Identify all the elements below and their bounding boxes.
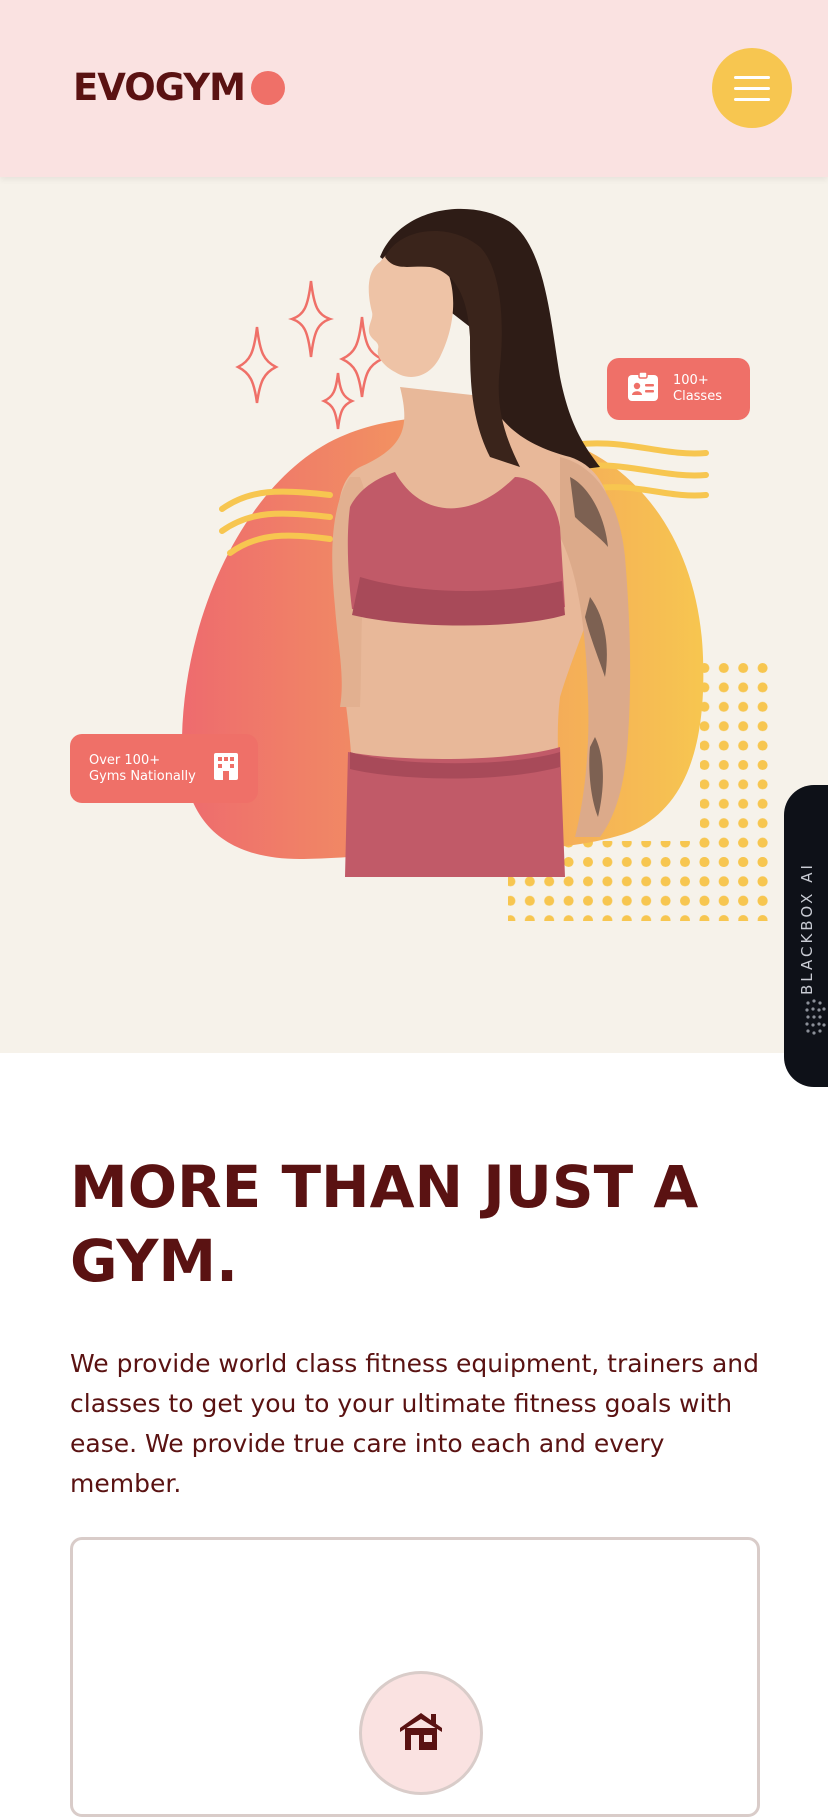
classes-badge: 100+ Classes xyxy=(607,358,750,420)
top-navbar: EVOGYM xyxy=(0,0,828,177)
blackbox-logo-icon xyxy=(804,997,828,1042)
gyms-badge-line2: Gyms Nationally xyxy=(89,768,196,784)
hero-section: 100+ Classes Over 100+ Gyms Nationally xyxy=(0,177,828,1053)
classes-badge-line1: 100+ xyxy=(673,373,709,388)
home-icon-circle xyxy=(359,1671,483,1795)
woman-photo xyxy=(332,208,631,877)
side-tab-label: BLACKBOX AI xyxy=(798,862,816,995)
section-description: We provide world class fitness equipment… xyxy=(70,1349,760,1498)
section-title-line2: GYM. xyxy=(70,1227,239,1295)
blackbox-ai-side-tab[interactable]: BLACKBOX AI xyxy=(784,785,828,1087)
logo-dot xyxy=(250,70,285,105)
hamburger-menu-icon xyxy=(734,75,770,79)
building-icon xyxy=(213,752,239,785)
evogym-logo[interactable]: EVOGYM xyxy=(73,66,285,109)
logo-text: EVOGYM xyxy=(73,66,246,109)
benefits-section: MORE THAN JUST A GYM. We provide world c… xyxy=(70,1150,770,1504)
classes-badge-line2: Classes xyxy=(673,389,722,404)
home-icon xyxy=(398,1710,444,1757)
sparkle-icons xyxy=(235,280,385,430)
hamburger-menu-button[interactable] xyxy=(712,48,792,128)
id-card-icon xyxy=(627,370,659,408)
section-title-line1: MORE THAN JUST A xyxy=(70,1153,699,1221)
gyms-badge: Over 100+ Gyms Nationally xyxy=(70,734,258,803)
section-title: MORE THAN JUST A GYM. xyxy=(70,1150,770,1298)
benefit-card xyxy=(70,1537,760,1817)
hero-illustration xyxy=(181,208,770,921)
gyms-badge-line1: Over 100+ xyxy=(89,752,161,768)
